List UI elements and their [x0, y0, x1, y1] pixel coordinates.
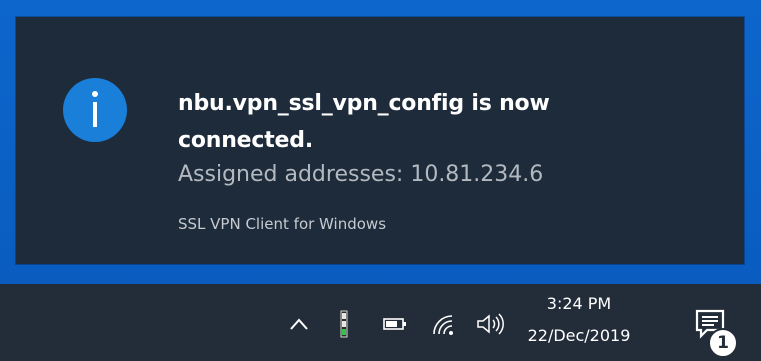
- action-center-button[interactable]: 1: [690, 306, 740, 358]
- clock-date: 22/Dec/2019: [527, 326, 631, 345]
- toast-notification[interactable]: nbu.vpn_ssl_vpn_config is now connected.…: [16, 17, 744, 264]
- notification-title: nbu.vpn_ssl_vpn_config is now connected.: [178, 91, 550, 153]
- system-clock[interactable]: 3:24 PM 22/Dec/2019: [514, 292, 644, 348]
- wifi-icon[interactable]: [428, 309, 458, 339]
- info-icon: [62, 77, 128, 143]
- volume-icon[interactable]: [474, 309, 508, 339]
- clock-time: 3:24 PM: [546, 294, 612, 313]
- taskbar: 3:24 PM 22/Dec/2019 1: [0, 284, 761, 361]
- notification-count-badge: 1: [708, 328, 738, 358]
- notification-attribution: SSL VPN Client for Windows: [178, 215, 387, 233]
- vpn-client-icon[interactable]: [334, 309, 354, 339]
- battery-icon[interactable]: [380, 309, 410, 339]
- chevron-up-icon[interactable]: [284, 309, 314, 339]
- notification-body: Assigned addresses: 10.81.234.6: [178, 162, 544, 187]
